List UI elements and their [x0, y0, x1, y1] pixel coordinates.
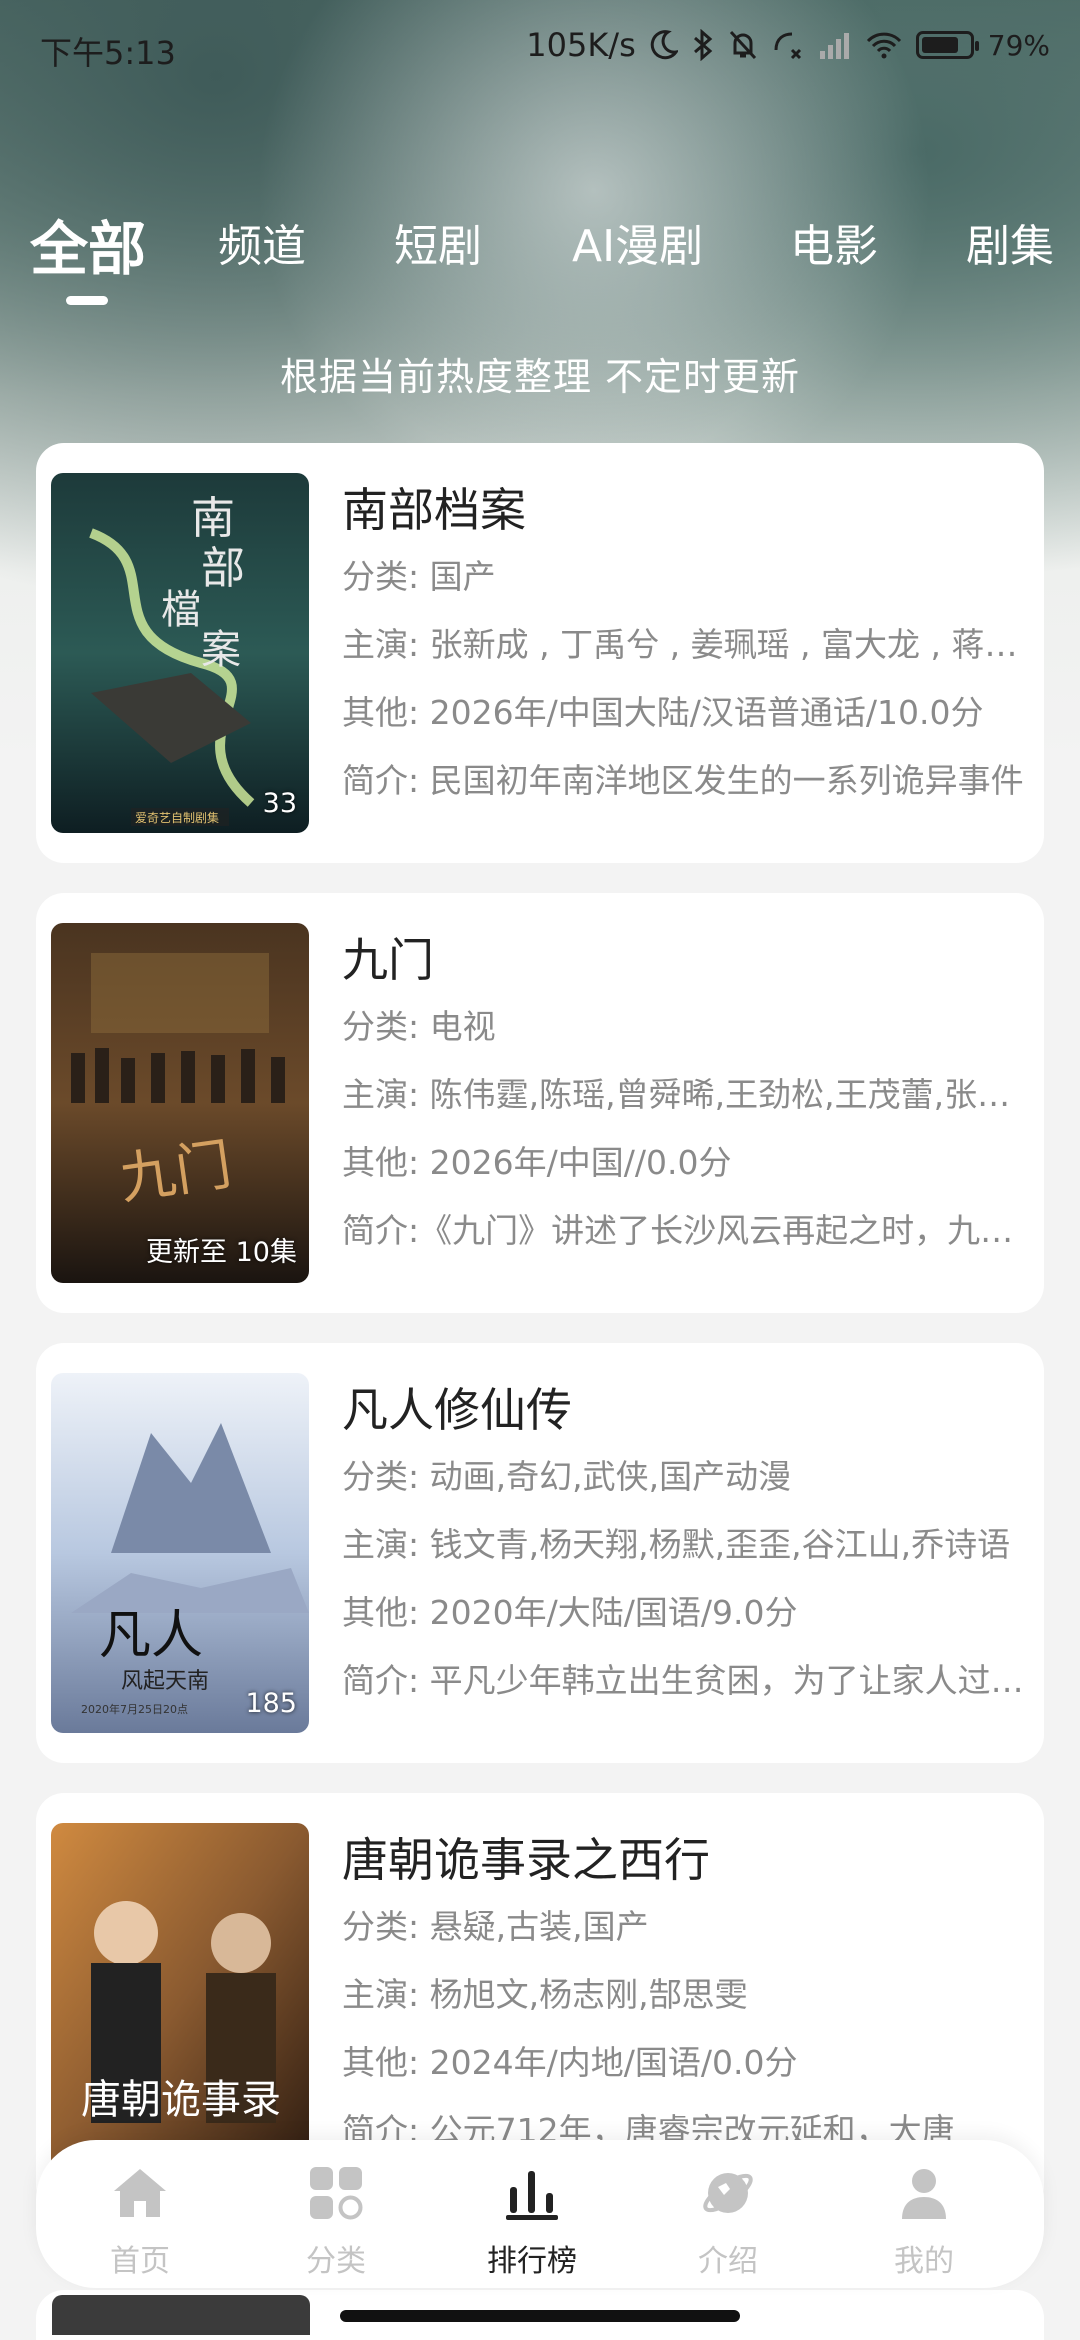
svg-text:案: 案 [201, 627, 241, 673]
list-item[interactable]: 凡人 风起天南 2020年7月25日20点 185 凡人修仙传 分类: 动画,奇… [36, 1343, 1044, 1763]
item-title[interactable]: 凡人修仙传 [342, 1377, 1032, 1443]
mute-bell-icon [728, 29, 758, 61]
svg-text:风起天南: 风起天南 [121, 1669, 209, 1694]
item-info: 凡人修仙传 分类: 动画,奇幻,武侠,国产动漫 主演: 钱文青,杨天翔,杨默,歪… [342, 1377, 1032, 1715]
item-cast: 主演: 陈伟霆,陈瑶,曾舜晞,王劲松,王茂蕾,张晞临 [342, 1075, 1032, 1114]
call-forward-icon [772, 30, 804, 60]
ranking-subtitle: 根据当前热度整理 不定时更新 [279, 355, 801, 399]
tab-short-drama[interactable]: 短剧 [394, 210, 482, 274]
list-item[interactable]: 九门 更新至 10集 九门 分类: 电视 主演: 陈伟霆,陈瑶,曾舜晞,王劲松,… [36, 893, 1044, 1313]
item-other: 其他: 2026年/中国//0.0分 [342, 1143, 732, 1182]
network-speed: 105K/s [526, 26, 636, 64]
item-title[interactable]: 唐朝诡事录之西行 [342, 1827, 1032, 1893]
item-cast: 主演: 钱文青,杨天翔,杨默,歪歪,谷江山,乔诗语 [342, 1525, 1011, 1564]
tab-channel[interactable]: 频道 [218, 210, 306, 274]
nav-ranking[interactable]: 排行榜 [452, 2158, 612, 2280]
episode-count-badge: 185 [245, 1688, 297, 1719]
home-icon [60, 2158, 220, 2228]
status-bar: 下午5:13 105K/s 79% [0, 0, 1080, 96]
item-info: 南部档案 分类: 国产 主演: 张新成 , 丁禹兮 , 姜珮瑶 , 富大龙 , … [342, 477, 1032, 815]
person-icon [844, 2158, 1004, 2228]
svg-text:檔: 檔 [161, 587, 201, 633]
bottom-nav: 首页 分类 排行榜 介绍 我的 [36, 2140, 1044, 2288]
item-other: 其他: 2026年/中国大陆/汉语普通话/10.0分 [342, 693, 984, 732]
bar-chart-icon [452, 2158, 612, 2228]
next-poster-peek [52, 2295, 310, 2335]
tab-movie[interactable]: 电影 [790, 210, 878, 274]
tab-ai-comic[interactable]: AI漫剧 [572, 210, 703, 274]
home-indicator[interactable] [340, 2310, 740, 2322]
wifi-icon [866, 31, 902, 59]
tab-series[interactable]: 剧集 [966, 210, 1054, 274]
nav-category[interactable]: 分类 [256, 2158, 416, 2280]
svg-text:凡人: 凡人 [99, 1606, 203, 1666]
moon-icon [650, 30, 678, 60]
episode-update-badge: 更新至 10集 [146, 1237, 297, 1268]
active-tab-indicator [66, 296, 108, 305]
nav-mine[interactable]: 我的 [844, 2158, 1004, 2280]
nav-intro[interactable]: 介绍 [648, 2158, 808, 2280]
category-tabs: 全部 频道 短剧 AI漫剧 电影 剧集 [30, 210, 1080, 290]
item-intro: 简介: 民国初年南洋地区发生的一系列诡异事件 [342, 761, 1024, 800]
item-info: 唐朝诡事录之西行 分类: 悬疑,古装,国产 主演: 杨旭文,杨志刚,郜思雯 其他… [342, 1827, 1032, 2165]
item-info: 九门 分类: 电视 主演: 陈伟霆,陈瑶,曾舜晞,王劲松,王茂蕾,张晞临 其他:… [342, 927, 1032, 1265]
item-other: 其他: 2024年/内地/国语/0.0分 [342, 2043, 798, 2082]
item-category: 分类: 悬疑,古装,国产 [342, 1907, 649, 1946]
poster-image[interactable]: 南 部 檔 案 爱奇艺自制剧集 33 [51, 473, 309, 833]
item-other: 其他: 2020年/大陆/国语/9.0分 [342, 1593, 798, 1632]
category-grid-icon [256, 2158, 416, 2228]
item-category: 分类: 电视 [342, 1007, 496, 1046]
poster-image[interactable]: 九门 更新至 10集 [51, 923, 309, 1283]
poster-image[interactable]: 唐朝诡事录 [51, 1823, 309, 2183]
svg-text:爱奇艺自制剧集: 爱奇艺自制剧集 [135, 810, 219, 825]
nav-home[interactable]: 首页 [60, 2158, 220, 2280]
item-cast: 主演: 杨旭文,杨志刚,郜思雯 [342, 1975, 748, 2014]
tab-all[interactable]: 全部 [30, 202, 146, 286]
planet-icon [648, 2158, 808, 2228]
episode-count-badge: 33 [262, 788, 297, 819]
poster-image[interactable]: 凡人 风起天南 2020年7月25日20点 185 [51, 1373, 309, 1733]
svg-text:唐朝诡事录: 唐朝诡事录 [81, 2077, 281, 2123]
svg-text:2020年7月25日20点: 2020年7月25日20点 [81, 1702, 188, 1716]
item-category: 分类: 国产 [342, 557, 496, 596]
signal-icon [818, 31, 852, 59]
item-intro: 简介: 平凡少年韩立出生贫困，为了让家人过上更好的生活 [342, 1661, 1032, 1700]
battery-percent: 79% [987, 28, 1050, 62]
item-category: 分类: 动画,奇幻,武侠,国产动漫 [342, 1457, 792, 1496]
status-time: 下午5:13 [40, 34, 176, 72]
item-title[interactable]: 九门 [342, 927, 1032, 993]
list-item[interactable]: 南 部 檔 案 爱奇艺自制剧集 33 南部档案 分类: 国产 主演: 张新成 ,… [36, 443, 1044, 863]
svg-text:部: 部 [201, 543, 245, 594]
bluetooth-icon [692, 29, 714, 61]
item-title[interactable]: 南部档案 [342, 477, 1032, 543]
item-cast: 主演: 张新成 , 丁禹兮 , 姜珮瑶 , 富大龙 , 蒋依依 [342, 625, 1032, 664]
svg-text:南: 南 [191, 493, 235, 544]
item-intro: 简介:《九门》讲述了长沙风云再起之时，九门众人 [342, 1211, 1032, 1250]
status-icons: 105K/s 79% [526, 26, 1050, 64]
battery-icon [915, 31, 979, 59]
